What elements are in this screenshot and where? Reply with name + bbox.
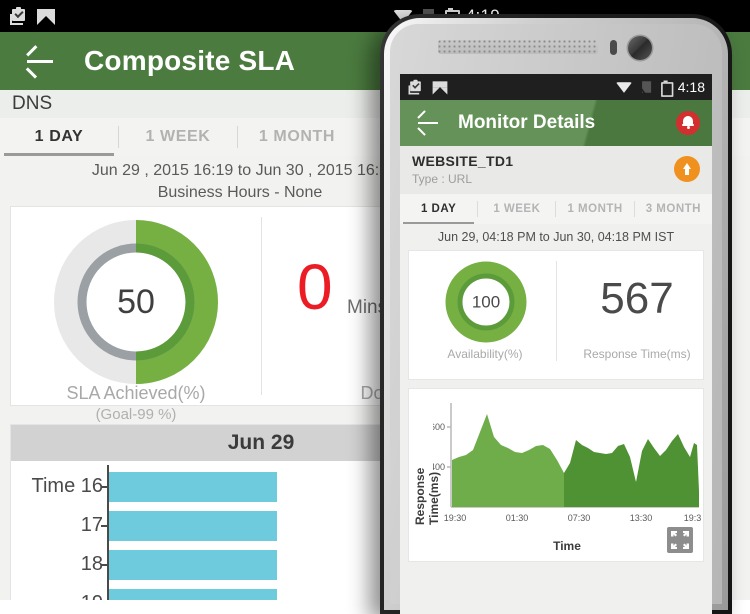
tab-3-month[interactable]: 3 MONTH xyxy=(635,194,712,224)
tab-1-day[interactable]: 1 DAY xyxy=(400,194,477,224)
response-time-label: Response Time(ms) xyxy=(583,347,691,361)
phone-summary-card: 100 Availability(%) 567 Response Time(ms… xyxy=(408,250,704,380)
chart-x-axis-label: Time xyxy=(553,539,581,553)
phone-screen: 4:18 Monitor Details WEBSITE_TD1 Type : … xyxy=(400,74,712,614)
phone-date-range: Jun 29, 04:18 PM to Jun 30, 04:18 PM IST xyxy=(400,224,712,250)
signal-off-icon xyxy=(635,80,652,96)
tab-1-week[interactable]: 1 WEEK xyxy=(119,118,237,156)
bar-fill xyxy=(109,588,277,600)
availability-donut-value: 100 xyxy=(472,293,500,312)
availability-donut-chart: 100 xyxy=(445,261,527,343)
tablet-subheader-label: DNS xyxy=(12,93,53,114)
y-tick-600: 600 xyxy=(433,422,445,432)
bar-fill xyxy=(109,510,277,541)
phone-proximity-sensor xyxy=(610,40,617,55)
bar-row-label: 18 xyxy=(80,553,103,575)
phone-device: 4:18 Monitor Details WEBSITE_TD1 Type : … xyxy=(380,14,750,614)
page-title: Composite SLA xyxy=(84,45,296,76)
y-tick-400: 400 xyxy=(433,462,445,472)
card-divider xyxy=(556,261,557,361)
tablet-status-left-icons xyxy=(10,0,55,32)
phone-response-chart-card: Response Time(ms) 600 400 19:30 01:30 07… xyxy=(408,388,706,562)
bar-row-label: 17 xyxy=(80,514,103,536)
wifi-icon xyxy=(615,81,632,93)
phone-status-bar: 4:18 xyxy=(400,74,712,100)
sla-donut-chart: 50 xyxy=(53,219,219,385)
phone-app-bar: Monitor Details xyxy=(400,100,712,146)
tab-1-week[interactable]: 1 WEEK xyxy=(478,194,555,224)
downtime-value: 0 xyxy=(297,251,333,323)
monitor-summary: WEBSITE_TD1 Type : URL xyxy=(400,146,712,194)
bell-icon[interactable] xyxy=(676,111,700,135)
phone-status-left-icons xyxy=(407,74,449,100)
sla-donut-labels: SLA Achieved(%) (Goal-99 %) xyxy=(11,383,261,423)
back-arrow-icon[interactable] xyxy=(24,45,56,79)
back-arrow-icon[interactable] xyxy=(416,110,440,136)
x-tick-1: 19:30 xyxy=(444,513,467,523)
battery-charging-icon xyxy=(660,80,674,97)
mail-icon xyxy=(432,80,448,94)
axis-tick xyxy=(101,524,109,527)
axis-tick xyxy=(101,563,109,566)
x-tick-4: 13:30 xyxy=(630,513,653,523)
sla-goal-label: (Goal-99 %) xyxy=(95,406,177,423)
monitor-name: WEBSITE_TD1 xyxy=(412,153,514,169)
tab-1-month[interactable]: 1 MONTH xyxy=(238,118,356,156)
response-time-area-chart: 600 400 19:30 01:30 07:30 13:30 19:30 xyxy=(430,403,706,525)
phone-clock: 4:18 xyxy=(677,79,705,95)
phone-status-right-icons: 4:18 xyxy=(614,74,705,100)
tab-1-day[interactable]: 1 DAY xyxy=(0,118,118,156)
bar-row-label: Time 16 xyxy=(31,475,103,497)
arrow-up-icon[interactable] xyxy=(674,156,700,182)
x-tick-2: 01:30 xyxy=(506,513,529,523)
sla-donut-value: 50 xyxy=(117,283,155,321)
tab-1-month[interactable]: 1 MONTH xyxy=(556,194,633,224)
response-time-panel: 567 Response Time(ms) xyxy=(561,251,712,379)
x-tick-3: 07:30 xyxy=(568,513,591,523)
phone-speaker-grille xyxy=(438,40,598,54)
clipboard-check-icon xyxy=(10,6,27,25)
bar-row-label: 19 xyxy=(11,592,109,600)
phone-tab-bar: 1 DAY 1 WEEK 1 MONTH 3 MONTH xyxy=(400,194,712,224)
bar-fill xyxy=(109,471,277,502)
phone-front-camera xyxy=(628,36,652,60)
response-time-value: 567 xyxy=(600,274,674,323)
fullscreen-expand-icon[interactable] xyxy=(667,527,693,553)
clipboard-check-icon xyxy=(408,79,423,94)
phone-page-title: Monitor Details xyxy=(458,112,596,133)
sla-label: SLA Achieved(%) xyxy=(66,383,206,403)
x-tick-5: 19:30 xyxy=(684,513,701,523)
mail-icon xyxy=(37,8,55,25)
monitor-type: Type : URL xyxy=(412,172,473,186)
bar-fill xyxy=(109,549,277,580)
availability-label: Availability(%) xyxy=(447,347,523,361)
axis-tick xyxy=(101,485,109,488)
